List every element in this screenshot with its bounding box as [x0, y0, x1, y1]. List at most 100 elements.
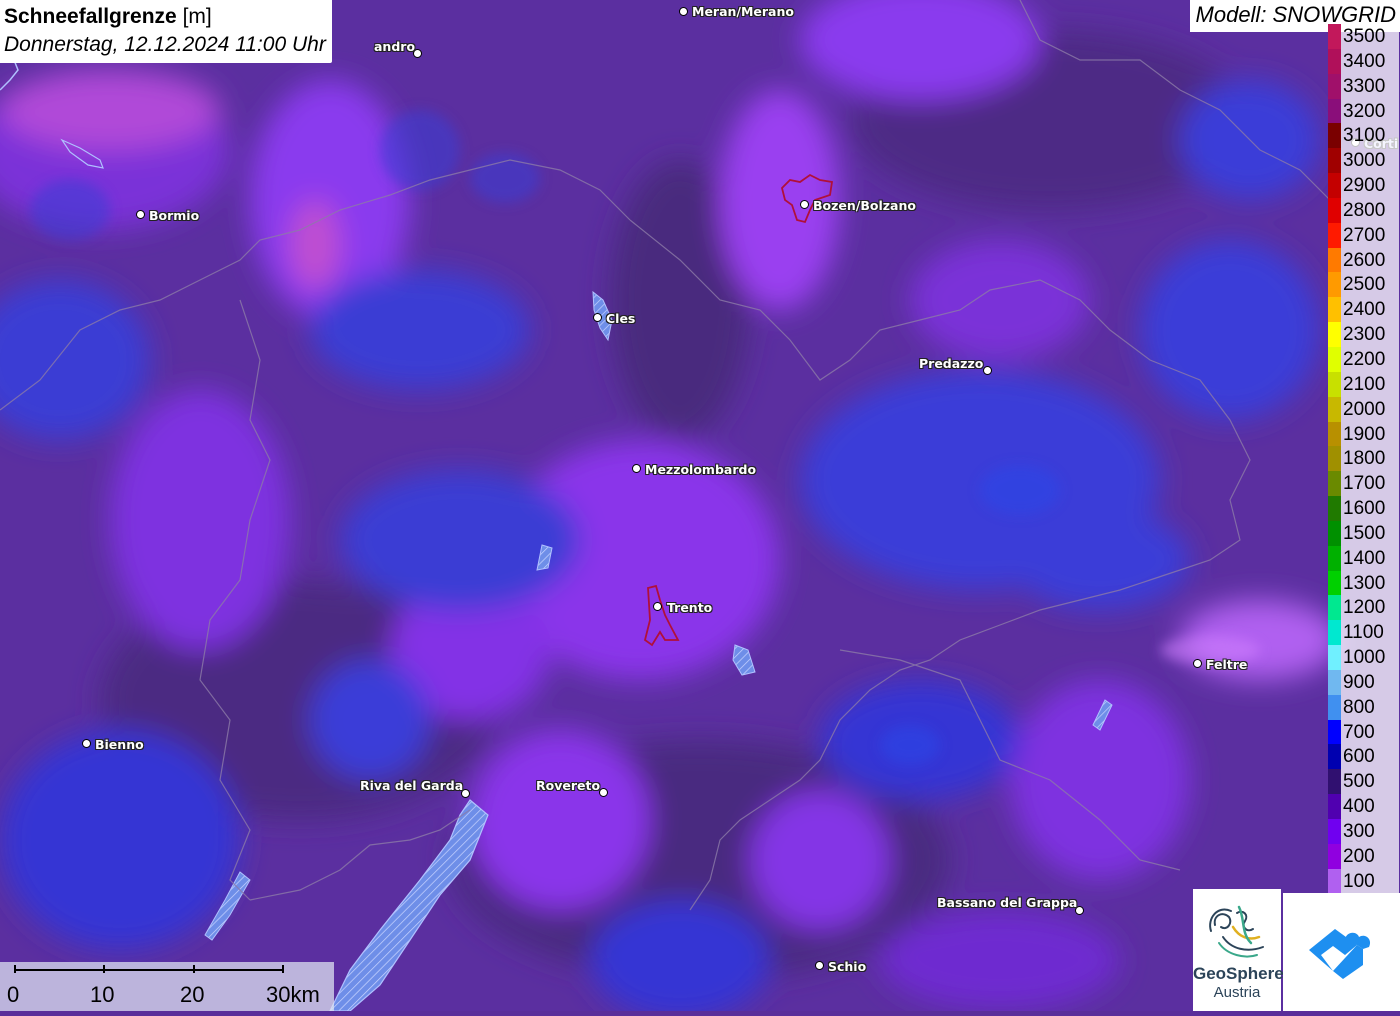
city-label: Mezzolombardo	[645, 462, 757, 477]
geosphere-mark-icon	[1209, 905, 1264, 958]
city-label: andro	[374, 39, 416, 54]
legend-label: 1700	[1341, 471, 1399, 497]
legend-row: 700	[1328, 719, 1400, 745]
legend-label: 100	[1341, 868, 1399, 894]
legend-row: 300	[1328, 819, 1400, 844]
legend-row: 2600	[1328, 247, 1400, 273]
legend-row: 1500	[1328, 520, 1400, 546]
legend-row: 2800	[1328, 197, 1400, 223]
legend-label: 1100	[1341, 620, 1399, 646]
legend-swatch	[1328, 222, 1341, 248]
legend-label: 1800	[1341, 446, 1399, 472]
legend-label: 2400	[1341, 297, 1399, 323]
legend-row: 1200	[1328, 595, 1400, 621]
legend-swatch	[1328, 446, 1341, 472]
legend-swatch	[1328, 123, 1341, 149]
weather-app-logo[interactable]	[1283, 893, 1400, 1011]
legend-label: 800	[1341, 694, 1399, 720]
map-title: Schneefallgrenze [m]	[4, 5, 212, 28]
legend-row: 3400	[1328, 48, 1400, 74]
legend-swatch	[1328, 322, 1341, 347]
geosphere-austria-logo[interactable]: GeoSphere Austria	[1193, 889, 1284, 1011]
legend-label: 2700	[1341, 222, 1399, 248]
city-label: Predazzo	[919, 356, 984, 371]
legend-swatch	[1328, 595, 1341, 621]
legend-label: 700	[1341, 719, 1399, 745]
legend-swatch	[1328, 471, 1341, 497]
legend-swatch	[1328, 173, 1341, 198]
legend-label: 1000	[1341, 645, 1399, 670]
austria-text: Austria	[1213, 984, 1261, 1001]
legend-label: 3200	[1341, 98, 1399, 124]
legend-label: 2600	[1341, 247, 1399, 273]
city-marker-icon	[679, 7, 688, 16]
legend-label: 900	[1341, 669, 1399, 695]
legend-label: 1600	[1341, 496, 1399, 521]
arrow-cloud-icon	[1309, 929, 1371, 979]
legend-row: 500	[1328, 769, 1400, 795]
legend-label: 1300	[1341, 570, 1399, 596]
scale-tick	[14, 965, 16, 973]
city-label: Bassano del Grappa	[937, 895, 1078, 910]
scale-tick	[193, 965, 195, 973]
legend-swatch	[1328, 73, 1341, 99]
city-marker-icon	[593, 313, 602, 322]
legend-label: 200	[1341, 843, 1399, 869]
legend-swatch	[1328, 669, 1341, 695]
legend-row: 2000	[1328, 396, 1400, 422]
legend-row: 1100	[1328, 620, 1400, 646]
legend-swatch	[1328, 819, 1341, 844]
scale-bar: 0 10 20 30km	[0, 962, 334, 1011]
city-marker-icon	[82, 739, 91, 748]
city-marker-icon	[1193, 659, 1202, 668]
legend-swatch	[1328, 570, 1341, 596]
legend-label: 1900	[1341, 421, 1399, 447]
legend-swatch	[1328, 421, 1341, 447]
legend-swatch	[1328, 148, 1341, 174]
legend-row: 600	[1328, 744, 1400, 770]
legend-swatch	[1328, 843, 1341, 869]
legend-row: 3000	[1328, 148, 1400, 174]
legend-swatch	[1328, 794, 1341, 819]
scale-tick	[282, 965, 284, 973]
legend-swatch	[1328, 496, 1341, 521]
legend-swatch	[1328, 48, 1341, 74]
map-title-box: Schneefallgrenze [m] Donnerstag, 12.12.2…	[0, 0, 332, 63]
city-marker-icon	[983, 366, 992, 375]
city-marker-icon	[800, 200, 809, 209]
city-label: Trento	[667, 600, 713, 615]
city-label: Bozen/Bolzano	[813, 198, 916, 213]
legend-row: 3300	[1328, 73, 1400, 99]
legend-row: 200	[1328, 843, 1400, 869]
legend-row: 1800	[1328, 446, 1400, 472]
snowfall-line-map[interactable]	[0, 0, 1400, 1011]
scale-tick	[103, 965, 105, 973]
legend-label: 2800	[1341, 197, 1399, 223]
legend-row: 3100	[1328, 123, 1400, 149]
legend-label: 3500	[1341, 24, 1399, 49]
legend-swatch	[1328, 545, 1341, 571]
legend-label: 3300	[1341, 73, 1399, 99]
legend-label: 2100	[1341, 371, 1399, 397]
legend-swatch	[1328, 744, 1341, 770]
legend-row: 2700	[1328, 222, 1400, 248]
scale-label: 0	[7, 982, 20, 1007]
legend-row: 1300	[1328, 570, 1400, 596]
legend-label: 600	[1341, 744, 1399, 770]
scale-line	[14, 969, 284, 971]
legend-swatch	[1328, 396, 1341, 422]
geosphere-text: GeoSphere	[1193, 964, 1284, 983]
legend-label: 2300	[1341, 322, 1399, 347]
legend-label: 1200	[1341, 595, 1399, 621]
legend-label: 1400	[1341, 545, 1399, 571]
legend-row: 400	[1328, 794, 1400, 819]
legend-label: 300	[1341, 819, 1399, 844]
city-label: Cles	[606, 311, 636, 326]
legend-row: 3500	[1328, 24, 1400, 49]
map-datetime: Donnerstag, 12.12.2024 11:00 Uhr	[4, 33, 326, 56]
scale-label: 20	[180, 982, 205, 1007]
city-label: Rovereto	[536, 778, 601, 793]
legend-row: 100	[1328, 868, 1400, 894]
legend-label: 2200	[1341, 346, 1399, 372]
legend-row: 1000	[1328, 645, 1400, 670]
